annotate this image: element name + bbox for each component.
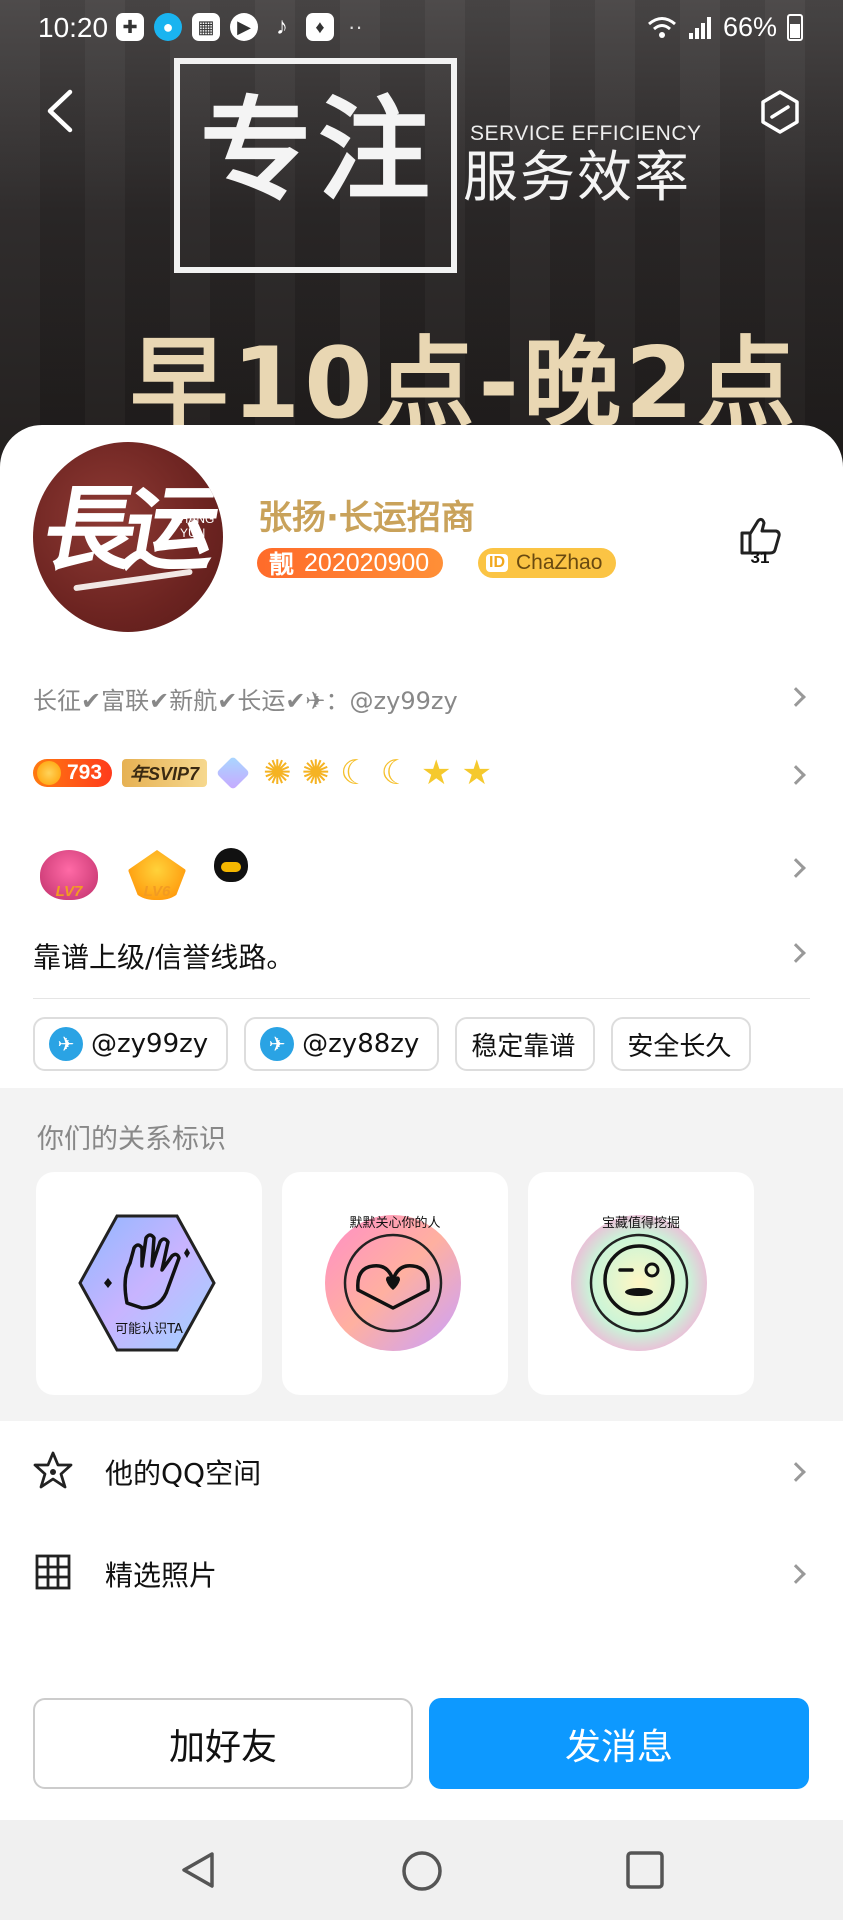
chevron-right-icon: [786, 687, 806, 707]
qq-number: 202020900: [304, 548, 430, 577]
qq-icon: ●: [154, 13, 182, 41]
chevron-right-icon: [786, 858, 806, 878]
id-name: ChaZhao: [516, 551, 603, 574]
settings-hexagon-icon[interactable]: [756, 88, 804, 136]
relation-card-treasure[interactable]: 宝藏值得挖掘: [528, 1172, 754, 1395]
relation-badge-label: 默默关心你的人: [349, 1216, 441, 1231]
signature-text: 长征✔富联✔新航✔长运✔✈：@zy99zy: [33, 687, 458, 715]
chat-app-icon: ✚: [116, 13, 144, 41]
sun-icon: ✺: [263, 753, 292, 793]
id-tag: ID: [486, 554, 508, 572]
avatar[interactable]: 長运 CHANG YUN: [33, 442, 223, 632]
like-count: 31: [750, 548, 770, 567]
status-right: 66%: [647, 12, 803, 43]
battery-icon: [787, 14, 803, 41]
battery-percent: 66%: [722, 12, 777, 42]
divider: [33, 998, 810, 999]
signal-icon: [688, 16, 711, 39]
tag-text: 安全长久: [627, 1031, 732, 1062]
chevron-right-icon: [786, 765, 806, 785]
play-icon: ▶: [230, 13, 258, 41]
back-arrow-icon[interactable]: [40, 86, 80, 136]
coin-icon: [37, 761, 61, 785]
tag-text: @zy88zy: [302, 1029, 420, 1059]
vip-badges: 793 年SVIP7 ✺ ✺ ☾ ☾ ★ ★: [33, 756, 492, 790]
more-notifications-icon: ··: [348, 14, 363, 39]
photos-label: 精选照片: [105, 1559, 218, 1592]
gallery-app-icon: ▦: [192, 13, 220, 41]
nav-recents-square-icon[interactable]: [625, 1850, 665, 1890]
lv7-badge: LV7: [38, 832, 100, 900]
photos-list-item[interactable]: 精选照片: [0, 1529, 843, 1619]
add-friend-button[interactable]: 加好友: [33, 1698, 413, 1789]
profile-tags: ✈ @zy99zy ✈ @zy88zy 稳定靠谱 安全长久: [33, 1017, 752, 1071]
nav-back-triangle-icon[interactable]: [178, 1850, 218, 1890]
liang-tag: 靓: [269, 551, 295, 579]
chevron-right-icon: [786, 943, 806, 963]
qzone-label: 他的QQ空间: [105, 1457, 262, 1490]
tag-text: @zy99zy: [91, 1029, 209, 1059]
notification-icons: ✚ ● ▦ ▶ ♪ ♦ ··: [116, 13, 363, 41]
profile-cover-banner: 专注 SERVICE EFFICIENCY 服务效率 早10点-晚2点: [0, 0, 843, 470]
relation-card-may-know[interactable]: 可能认识TA: [36, 1172, 262, 1395]
relation-card-cares[interactable]: 默默关心你的人: [282, 1172, 508, 1395]
tag-text: 稳定靠谱: [471, 1031, 576, 1062]
tag-chip[interactable]: 安全长久: [611, 1017, 752, 1071]
coin-level: 793: [67, 761, 103, 784]
send-message-button[interactable]: 发消息: [429, 1698, 809, 1789]
moon-icon: ☾: [380, 753, 412, 793]
diamond-icon: [216, 756, 251, 790]
telegram-icon: ✈: [260, 1027, 295, 1061]
profile-name: 张扬·长运招商: [258, 498, 475, 538]
star-outline-icon: [33, 1451, 73, 1489]
banner-big-text: 专注: [200, 86, 436, 216]
liang-number-badge[interactable]: 靓 202020900: [257, 548, 444, 579]
grid-icon: [35, 1554, 71, 1590]
relation-cards: 可能认识TA 默默关心你的人 宝藏值得挖掘: [36, 1172, 754, 1395]
relation-title: 你们的关系标识: [37, 1124, 226, 1155]
tag-chip[interactable]: ✈ @zy99zy: [33, 1017, 229, 1071]
banner-hours: 早10点-晚2点: [130, 327, 800, 441]
chevron-right-icon: [786, 1462, 806, 1482]
avatar-logo-en: CHANG YUN: [171, 512, 215, 541]
star-icon: ★: [461, 753, 493, 793]
nav-home-circle-icon[interactable]: [401, 1850, 443, 1892]
level-icons: LV7 LV6: [38, 832, 248, 900]
qzone-list-item[interactable]: 他的QQ空间: [0, 1427, 843, 1517]
qq-penguin-icon: [214, 848, 248, 882]
status-bar: 10:20 ✚ ● ▦ ▶ ♪ ♦ ·· 66%: [0, 0, 843, 58]
system-nav-bar: [0, 1820, 843, 1920]
id-badge[interactable]: ID ChaZhao: [478, 548, 617, 578]
tag-chip[interactable]: ✈ @zy88zy: [244, 1017, 440, 1071]
svip-badge: 年SVIP7: [122, 759, 208, 787]
tiktok-icon: ♪: [276, 13, 288, 40]
tag-chip[interactable]: 稳定靠谱: [455, 1017, 596, 1071]
relation-badge-label: 宝藏值得挖掘: [601, 1216, 680, 1231]
relation-badge-label: 可能认识TA: [115, 1322, 183, 1337]
banner-subtitle-en: SERVICE EFFICIENCY: [470, 122, 702, 145]
status-time: 10:20: [38, 12, 109, 43]
star-icon: ★: [421, 753, 452, 793]
shield-app-icon: ♦: [306, 13, 334, 41]
lv7-label: LV7: [55, 883, 83, 900]
telegram-icon: ✈: [49, 1027, 83, 1061]
motto-text: 靠谱上级/信誉线路。: [33, 941, 295, 974]
sun-icon: ✺: [301, 753, 331, 793]
lv6-badge: LV6: [126, 832, 188, 900]
moon-icon: ☾: [340, 753, 371, 793]
level-coin-badge: 793: [33, 759, 113, 787]
lv6-label: LV6: [143, 883, 171, 900]
banner-subtitle-cn: 服务效率: [463, 145, 692, 209]
chevron-right-icon: [786, 1564, 806, 1584]
wifi-icon: [647, 16, 676, 38]
